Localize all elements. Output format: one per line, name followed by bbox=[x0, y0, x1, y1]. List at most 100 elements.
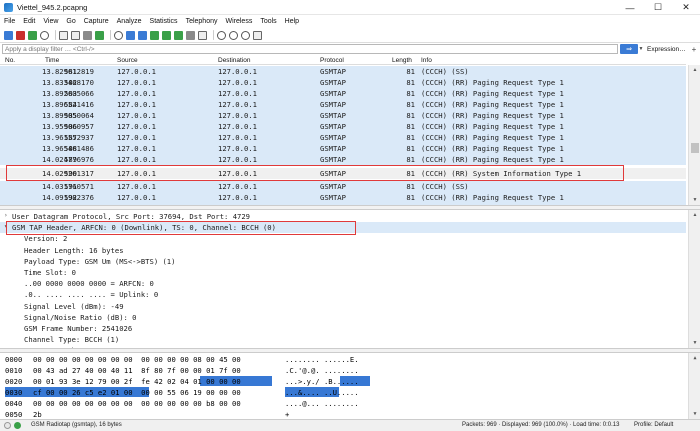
apply-filter-icon[interactable]: ⇒ bbox=[620, 44, 638, 54]
packet-destination: 127.0.0.1 bbox=[218, 144, 257, 153]
go-to-packet-icon[interactable] bbox=[150, 30, 159, 40]
menu-capture[interactable]: Capture bbox=[80, 18, 113, 25]
menu-wireless[interactable]: Wireless bbox=[221, 18, 256, 25]
menu-view[interactable]: View bbox=[39, 18, 62, 25]
close-file-icon[interactable] bbox=[83, 30, 92, 40]
packet-source: 127.0.0.1 bbox=[117, 89, 156, 98]
zoom-normal-icon[interactable] bbox=[241, 30, 250, 40]
maximize-icon[interactable]: ☐ bbox=[644, 0, 672, 15]
column-protocol[interactable]: Protocol bbox=[320, 57, 344, 64]
column-destination[interactable]: Destination bbox=[218, 57, 251, 64]
menu-edit[interactable]: Edit bbox=[19, 18, 39, 25]
packet-info: (CCCH) (RR) Paging Request Type 1 bbox=[421, 193, 564, 202]
collapsed-arrow-icon[interactable]: › bbox=[4, 212, 8, 219]
menu-statistics[interactable]: Statistics bbox=[146, 18, 182, 25]
column-source[interactable]: Source bbox=[117, 57, 138, 64]
packet-row[interactable]: 592 14.091982376 127.0.0.1 127.0.0.1 GSMTAP 8… bbox=[0, 192, 686, 203]
resize-columns-icon[interactable] bbox=[253, 30, 262, 40]
display-filter-input[interactable]: Apply a display filter … <Ctrl-/> bbox=[2, 44, 618, 54]
scroll-up-icon[interactable]: ▲ bbox=[689, 210, 700, 220]
detail-row[interactable]: Signal Level (dBm): -49 bbox=[0, 301, 686, 312]
scroll-up-icon[interactable]: ▲ bbox=[689, 353, 700, 363]
packet-length: 81 bbox=[406, 78, 415, 87]
column-no[interactable]: No. bbox=[5, 57, 15, 64]
menu-bar: File Edit View Go Capture Analyze Statis… bbox=[0, 15, 700, 28]
packet-row[interactable]: 587 13.961552937 127.0.0.1 127.0.0.1 GSMTAP 8… bbox=[0, 132, 686, 143]
colorize-icon[interactable] bbox=[198, 30, 207, 40]
menu-go[interactable]: Go bbox=[62, 18, 79, 25]
detail-row[interactable]: Header Length: 16 bytes bbox=[0, 245, 686, 256]
detail-row[interactable]: ▾ GSM TAP Header, ARFCN: 0 (Downlink), TS… bbox=[0, 222, 686, 234]
menu-telephony[interactable]: Telephony bbox=[182, 18, 222, 25]
detail-row[interactable]: Channel Type: BCCH (1) bbox=[0, 334, 686, 345]
reload-icon[interactable] bbox=[95, 30, 104, 40]
bytes-row[interactable]: 0020 00 01 93 3e 12 79 00 2f fe 42 02 04 … bbox=[0, 376, 686, 387]
bytes-row[interactable]: 0000 00 00 00 00 00 00 00 00 00 00 00 00 … bbox=[0, 354, 686, 365]
packet-row[interactable]: 581 13.829612819 127.0.0.1 127.0.0.1 GSMTAP 8… bbox=[0, 66, 686, 77]
scroll-down-icon[interactable]: ▼ bbox=[689, 409, 700, 419]
bytes-scrollbar[interactable]: ▲ ▼ bbox=[688, 353, 700, 419]
menu-file[interactable]: File bbox=[0, 18, 19, 25]
detail-row[interactable]: Time Slot: 0 bbox=[0, 267, 686, 278]
bytes-row[interactable]: 0050 2b + bbox=[0, 409, 686, 419]
menu-tools[interactable]: Tools bbox=[256, 18, 280, 25]
scroll-down-icon[interactable]: ▼ bbox=[689, 338, 700, 348]
capture-options-icon[interactable] bbox=[40, 30, 49, 40]
packet-row[interactable]: 589 14.024776976 127.0.0.1 127.0.0.1 GSMTAP 8… bbox=[0, 154, 686, 165]
go-forward-icon[interactable] bbox=[138, 30, 147, 40]
detail-row[interactable]: › User Datagram Protocol, Src Port: 37694… bbox=[0, 211, 686, 222]
first-packet-icon[interactable] bbox=[162, 30, 171, 40]
bytes-row[interactable]: 0030 cf 00 00 26 c5 e2 01 00 00 00 55 06 … bbox=[0, 387, 686, 398]
window-controls: — ☐ ✕ bbox=[616, 0, 700, 15]
zoom-in-icon[interactable] bbox=[217, 30, 226, 40]
minimize-icon[interactable]: — bbox=[616, 0, 644, 15]
detail-row[interactable]: Signal/Noise Ratio (dB): 0 bbox=[0, 312, 686, 323]
packet-destination: 127.0.0.1 bbox=[218, 169, 257, 178]
status-profile[interactable]: Profile: Default bbox=[634, 422, 673, 428]
stop-capture-icon[interactable] bbox=[16, 30, 25, 40]
go-back-icon[interactable] bbox=[126, 30, 135, 40]
save-file-icon[interactable] bbox=[71, 30, 80, 40]
filter-history-icon[interactable]: ▼ bbox=[638, 44, 644, 54]
detail-row[interactable]: Payload Type: GSM Um (MS<->BTS) (1) bbox=[0, 256, 686, 267]
detail-text: User Datagram Protocol, Src Port: 37694,… bbox=[12, 212, 250, 221]
menu-analyze[interactable]: Analyze bbox=[113, 18, 146, 25]
add-filter-button[interactable]: + bbox=[692, 45, 697, 54]
find-packet-icon[interactable] bbox=[114, 30, 123, 40]
packet-row[interactable]: 584 13.896521416 127.0.0.1 127.0.0.1 GSMTAP 8… bbox=[0, 99, 686, 110]
packet-row[interactable]: 583 13.892605066 127.0.0.1 127.0.0.1 GSMTAP 8… bbox=[0, 88, 686, 99]
restart-capture-icon[interactable] bbox=[28, 30, 37, 40]
packet-row[interactable]: 590 14.029261317 127.0.0.1 127.0.0.1 GSMTAP 8… bbox=[0, 168, 686, 179]
packet-row[interactable]: 586 13.959060957 127.0.0.1 127.0.0.1 GSMTAP 8… bbox=[0, 121, 686, 132]
bytes-row[interactable]: 0040 00 00 00 00 00 00 00 00 00 00 00 00 … bbox=[0, 398, 686, 409]
bytes-row[interactable]: 0010 00 43 ad 27 40 00 40 11 8f 80 7f 00 … bbox=[0, 365, 686, 376]
zoom-out-icon[interactable] bbox=[229, 30, 238, 40]
detail-row[interactable]: GSM Frame Number: 2541026 bbox=[0, 323, 686, 334]
close-icon[interactable]: ✕ bbox=[672, 0, 700, 15]
packet-row[interactable]: 582 13.833468170 127.0.0.1 127.0.0.1 GSMTAP 8… bbox=[0, 77, 686, 88]
column-info[interactable]: Info bbox=[421, 57, 432, 64]
autoscroll-icon[interactable] bbox=[186, 30, 195, 40]
start-capture-icon[interactable] bbox=[4, 30, 13, 40]
open-file-icon[interactable] bbox=[59, 30, 68, 40]
packet-row[interactable]: 588 13.965461486 127.0.0.1 127.0.0.1 GSMTAP 8… bbox=[0, 143, 686, 154]
capture-comment-icon[interactable] bbox=[14, 422, 21, 429]
scroll-up-icon[interactable]: ▲ bbox=[689, 65, 700, 75]
detail-row[interactable]: .0.. .... .... .... = Uplink: 0 bbox=[0, 289, 686, 300]
scrollbar-thumb[interactable] bbox=[691, 143, 699, 153]
expert-info-icon[interactable] bbox=[4, 422, 11, 429]
last-packet-icon[interactable] bbox=[174, 30, 183, 40]
details-scrollbar[interactable]: ▲ ▼ bbox=[688, 210, 700, 348]
scroll-down-icon[interactable]: ▼ bbox=[689, 195, 700, 205]
packet-protocol: GSMTAP bbox=[320, 144, 346, 153]
expression-button[interactable]: Expression… bbox=[647, 46, 686, 53]
detail-row[interactable]: ..00 0000 0000 0000 = ARFCN: 0 bbox=[0, 278, 686, 289]
column-length[interactable]: Length bbox=[392, 57, 412, 64]
packet-row[interactable]: 585 13.899050064 127.0.0.1 127.0.0.1 GSMTAP 8… bbox=[0, 110, 686, 121]
menu-help[interactable]: Help bbox=[281, 18, 303, 25]
packet-list-scrollbar[interactable]: ▲ ▼ bbox=[688, 65, 700, 205]
packet-row[interactable]: 591 14.031760571 127.0.0.1 127.0.0.1 GSMTAP 8… bbox=[0, 181, 686, 192]
column-time[interactable]: Time bbox=[45, 57, 59, 64]
expanded-arrow-icon[interactable]: ▾ bbox=[4, 223, 8, 230]
detail-row[interactable]: Version: 2 bbox=[0, 233, 686, 244]
